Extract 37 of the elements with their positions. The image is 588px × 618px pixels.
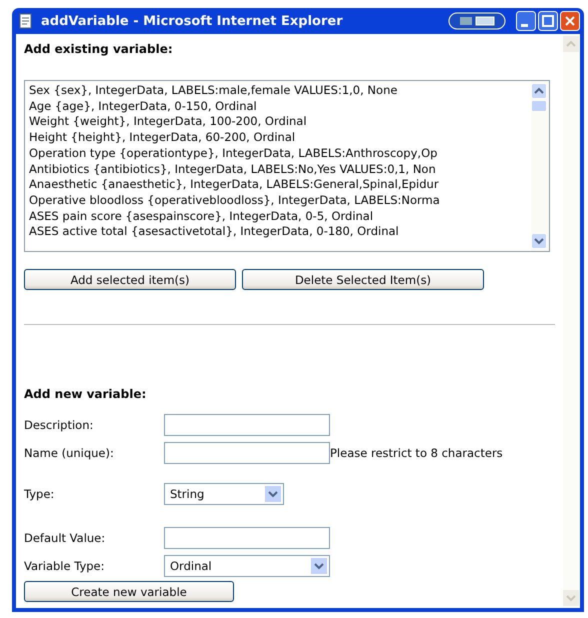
list-item[interactable]: Sex {sex}, IntegerData, LABELS:male,female VALUES:1,0, None xyxy=(29,83,527,99)
scroll-down-icon[interactable] xyxy=(531,233,547,249)
maximize-icon[interactable] xyxy=(538,11,558,31)
dropdown[interactable]: Ordinal xyxy=(164,555,330,577)
list-item[interactable]: Age {age}, IntegerData, 0-150, Ordinal xyxy=(29,98,527,114)
hint-text: Please restrict to 8 characters xyxy=(330,446,503,460)
input-field[interactable] xyxy=(164,414,330,436)
list-item[interactable]: Height {height}, IntegerData, 60-200, Ordinal xyxy=(29,130,527,146)
minimize-icon[interactable] xyxy=(516,11,536,31)
delete-button[interactable]: Delete Selected Item(s) xyxy=(242,269,484,290)
add-button[interactable]: Add selected item(s) xyxy=(24,269,236,290)
section-heading: Add new variable: xyxy=(24,387,146,401)
window-title: addVariable - Microsoft Internet Explorer xyxy=(41,14,344,28)
close-icon[interactable] xyxy=(560,11,580,31)
field-label: Variable Type: xyxy=(24,559,106,573)
scroll-thumb[interactable] xyxy=(531,100,547,112)
list-item[interactable]: Operation type {operationtype}, IntegerData, LABELS:Anthroscopy,Op xyxy=(29,146,527,162)
list-scrollbar[interactable] xyxy=(531,81,549,251)
list-item[interactable]: ASES active total {asesactivetotal}, IntegerData, 0-180, Ordinal xyxy=(29,224,527,240)
list-item[interactable]: Weight {weight}, IntegerData, 100-200, Ordinal xyxy=(29,114,527,130)
field-label: Default Value: xyxy=(24,531,106,545)
scroll-up-icon[interactable] xyxy=(531,83,547,99)
list-item[interactable]: Operative bloodloss {operativebloodloss}, IntegerData, LABELS:Norma xyxy=(29,192,527,209)
toolbar-toggle-icon[interactable] xyxy=(448,12,506,30)
page-icon xyxy=(18,13,34,29)
list-item[interactable]: ASES pain score {asespainscore}, IntegerData, 0-5, Ordinal xyxy=(29,208,527,224)
variable-list[interactable] xyxy=(24,80,550,252)
input-field[interactable] xyxy=(164,527,330,549)
field-label: Name (unique): xyxy=(24,446,115,460)
create-button[interactable]: Create new variable xyxy=(24,581,234,602)
field-label: Description: xyxy=(24,418,94,432)
input-field[interactable] xyxy=(164,442,330,464)
field-label: Type: xyxy=(24,487,56,501)
dropdown[interactable]: String xyxy=(164,483,284,505)
list-item[interactable]: Anaesthetic {anaesthetic}, IntegerData, LABELS:General,Spinal,Epidur xyxy=(29,177,527,193)
section-heading: Add existing variable: xyxy=(24,42,173,56)
list-item[interactable]: Antibiotics {antibiotics}, IntegerData, LABELS:No,Yes VALUES:0,1, Non xyxy=(29,162,527,178)
